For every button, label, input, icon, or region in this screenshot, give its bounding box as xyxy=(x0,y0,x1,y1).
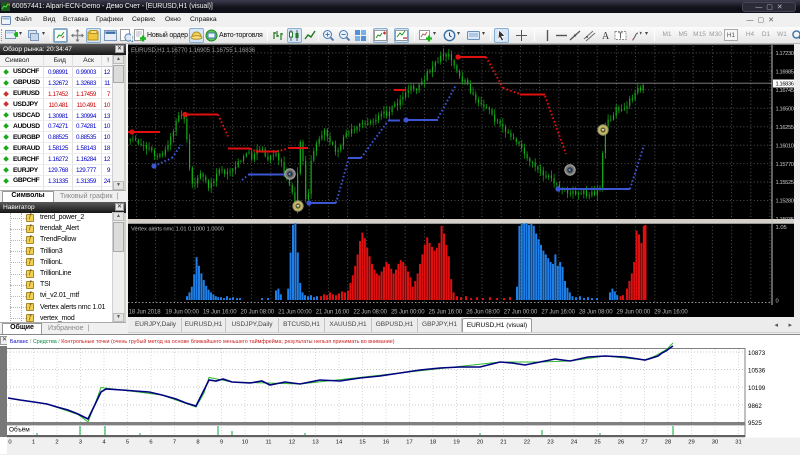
svg-text:19 Jun 16:00: 19 Jun 16:00 xyxy=(203,310,237,316)
svg-text:15: 15 xyxy=(359,440,365,446)
svg-text:12: 12 xyxy=(289,440,295,446)
svg-text:19: 19 xyxy=(453,440,459,446)
svg-text:29 Jun 00:00: 29 Jun 00:00 xyxy=(617,310,651,316)
svg-text:24: 24 xyxy=(571,440,578,446)
svg-text:10536: 10536 xyxy=(748,368,766,375)
svg-text:30: 30 xyxy=(712,440,718,446)
svg-text:25: 25 xyxy=(594,440,600,446)
svg-text:0: 0 xyxy=(8,440,11,446)
svg-text:29 Jun 16:00: 29 Jun 16:00 xyxy=(654,310,688,316)
svg-text:T: T xyxy=(618,32,623,41)
svg-text:28: 28 xyxy=(665,440,671,446)
svg-text:0: 0 xyxy=(776,299,779,305)
svg-text:27 Jun 16:00: 27 Jun 16:00 xyxy=(541,310,575,316)
svg-text:1.16500: 1.16500 xyxy=(776,107,794,113)
svg-text:11: 11 xyxy=(265,440,271,446)
svg-text:20: 20 xyxy=(477,440,483,446)
svg-text:5: 5 xyxy=(126,440,129,446)
svg-text:1: 1 xyxy=(32,440,35,446)
svg-text:21 Jun 16:00: 21 Jun 16:00 xyxy=(316,310,350,316)
svg-text:1.15525: 1.15525 xyxy=(776,180,794,186)
svg-text:27: 27 xyxy=(641,440,647,446)
svg-text:8: 8 xyxy=(196,440,199,446)
svg-text:19 Jun 00:00: 19 Jun 00:00 xyxy=(165,310,199,316)
svg-text:6: 6 xyxy=(149,440,152,446)
svg-text:23: 23 xyxy=(547,440,553,446)
svg-text:20 Jun 08:00: 20 Jun 08:00 xyxy=(241,310,275,316)
svg-text:1.15770: 1.15770 xyxy=(776,162,794,168)
svg-text:10873: 10873 xyxy=(748,350,766,357)
svg-text:3: 3 xyxy=(79,440,82,446)
svg-text:28 Jun 08:00: 28 Jun 08:00 xyxy=(579,310,613,316)
svg-text:10: 10 xyxy=(242,440,248,446)
svg-text:14: 14 xyxy=(336,440,343,446)
svg-text:25 Jun 16:00: 25 Jun 16:00 xyxy=(429,310,463,316)
svg-text:9525: 9525 xyxy=(748,420,762,427)
svg-text:1.05: 1.05 xyxy=(776,225,787,231)
svg-text:21: 21 xyxy=(500,440,506,446)
svg-text:21 Jun 00:00: 21 Jun 00:00 xyxy=(278,310,312,316)
svg-text:29: 29 xyxy=(688,440,694,446)
svg-text:26: 26 xyxy=(618,440,624,446)
svg-text:31: 31 xyxy=(735,440,741,446)
svg-text:1.16985: 1.16985 xyxy=(776,70,794,76)
svg-text:7: 7 xyxy=(173,440,176,446)
svg-text:17: 17 xyxy=(406,440,412,446)
svg-text:18: 18 xyxy=(430,440,436,446)
svg-text:1.15035: 1.15035 xyxy=(776,217,794,223)
svg-text:9862: 9862 xyxy=(748,403,762,410)
svg-text:26 Jun 08:00: 26 Jun 08:00 xyxy=(466,310,500,316)
svg-text:Объём: Объём xyxy=(9,426,30,434)
svg-text:1.16255: 1.16255 xyxy=(776,125,794,131)
svg-text:1.16010: 1.16010 xyxy=(776,143,794,149)
svg-text:Vertex alerts nmc 1.01 0.1000: Vertex alerts nmc 1.01 0.1000 1.0000 xyxy=(131,227,224,233)
svg-text:10199: 10199 xyxy=(748,385,766,392)
svg-text:16: 16 xyxy=(383,440,389,446)
svg-text:EURUSD,H1 1.16770 1.16905 1.1: EURUSD,H1 1.16770 1.16905 1.16755 1.1683… xyxy=(131,48,256,54)
svg-text:9: 9 xyxy=(220,440,223,446)
svg-text:22 Jun 08:00: 22 Jun 08:00 xyxy=(353,310,387,316)
svg-text:1.16745: 1.16745 xyxy=(776,88,794,94)
svg-text:18 Jun 2018: 18 Jun 2018 xyxy=(129,310,162,316)
svg-text:1.17230: 1.17230 xyxy=(776,51,794,57)
svg-text:1.15280: 1.15280 xyxy=(776,199,794,205)
svg-text:1.16836: 1.16836 xyxy=(776,82,794,88)
svg-text:22: 22 xyxy=(524,440,530,446)
svg-text:27 Jun 00:00: 27 Jun 00:00 xyxy=(504,310,538,316)
svg-text:25 Jun 00:00: 25 Jun 00:00 xyxy=(391,310,425,316)
svg-text:2: 2 xyxy=(55,440,58,446)
svg-text:13: 13 xyxy=(312,440,318,446)
svg-text:A: A xyxy=(602,31,610,42)
